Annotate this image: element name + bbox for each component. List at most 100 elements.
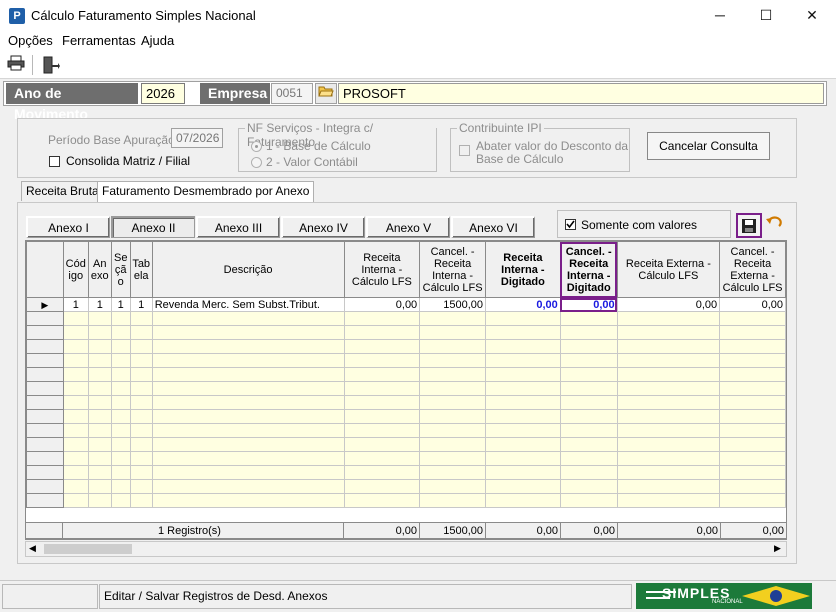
minimize-button[interactable]: ─ <box>697 0 743 31</box>
abater-checkbox[interactable] <box>459 145 470 156</box>
empty-cell[interactable] <box>110 367 131 382</box>
nf-option2-radio[interactable] <box>251 157 262 168</box>
empty-cell[interactable] <box>87 395 112 410</box>
empty-cell[interactable] <box>87 479 112 494</box>
printer-icon[interactable] <box>6 55 26 75</box>
cell-cancel-receita-interna-calc[interactable]: 1500,00 <box>419 297 486 312</box>
empty-cell[interactable] <box>343 479 421 494</box>
empty-cell[interactable] <box>719 353 786 368</box>
empty-cell[interactable] <box>719 451 786 466</box>
empty-row[interactable] <box>26 479 786 494</box>
ano-input[interactable]: 2026 <box>141 83 185 104</box>
empty-cell[interactable] <box>110 479 131 494</box>
empty-cell[interactable] <box>343 451 421 466</box>
close-button[interactable]: ✕ <box>789 0 835 31</box>
empty-cell[interactable] <box>616 409 721 424</box>
empty-row[interactable] <box>26 493 786 508</box>
empty-cell[interactable] <box>87 339 112 354</box>
empty-cell[interactable] <box>343 339 421 354</box>
empty-cell[interactable] <box>62 381 89 396</box>
empty-cell[interactable] <box>719 423 786 438</box>
empty-cell[interactable] <box>343 493 421 508</box>
empty-cell[interactable] <box>485 367 561 382</box>
empty-cell[interactable] <box>419 493 486 508</box>
empty-cell[interactable] <box>129 381 153 396</box>
empty-cell[interactable] <box>719 325 786 340</box>
empty-cell[interactable] <box>559 465 618 480</box>
scroll-right-icon[interactable]: ▶ <box>774 543 781 554</box>
empty-cell[interactable] <box>110 339 131 354</box>
empty-cell[interactable] <box>110 409 131 424</box>
empty-cell[interactable] <box>616 367 721 382</box>
empty-cell[interactable] <box>87 465 112 480</box>
anexo-iv-button[interactable]: Anexo IV <box>281 216 365 238</box>
empty-row[interactable] <box>26 381 786 396</box>
empty-cell[interactable] <box>616 493 721 508</box>
folder-open-icon[interactable] <box>315 83 337 104</box>
empty-cell[interactable] <box>343 381 421 396</box>
empty-cell[interactable] <box>559 479 618 494</box>
empty-cell[interactable] <box>559 353 618 368</box>
empty-cell[interactable] <box>62 395 89 410</box>
empty-cell[interactable] <box>616 465 721 480</box>
empty-cell[interactable] <box>485 339 561 354</box>
cell-anexo[interactable]: 1 <box>87 297 112 312</box>
empty-cell[interactable] <box>62 409 89 424</box>
empty-cell[interactable] <box>87 353 112 368</box>
empty-cell[interactable] <box>616 451 721 466</box>
header-cancel-receita-interna-digitado[interactable]: Cancel. - Receita Interna - Digitado <box>559 241 618 298</box>
empty-cell[interactable] <box>559 367 618 382</box>
empty-cell[interactable] <box>151 311 345 326</box>
maximize-button[interactable]: ☐ <box>743 0 789 31</box>
empty-cell[interactable] <box>151 381 345 396</box>
empty-cell[interactable] <box>559 437 618 452</box>
empresa-code-input[interactable]: 0051 <box>271 83 313 104</box>
empty-cell[interactable] <box>485 395 561 410</box>
empty-cell[interactable] <box>62 339 89 354</box>
empty-cell[interactable] <box>343 423 421 438</box>
empty-row[interactable] <box>26 353 786 368</box>
empty-cell[interactable] <box>110 381 131 396</box>
cell-cancel-receita-interna-digitado[interactable]: 0,00 <box>559 297 618 312</box>
empty-cell[interactable] <box>151 367 345 382</box>
empty-cell[interactable] <box>559 451 618 466</box>
header-secao[interactable]: Se çã o <box>110 241 131 298</box>
empty-row[interactable] <box>26 311 786 326</box>
empty-cell[interactable] <box>110 493 131 508</box>
menu-ferramentas[interactable]: Ferramentas <box>62 33 136 48</box>
menu-ajuda[interactable]: Ajuda <box>141 33 174 48</box>
empty-cell[interactable] <box>62 353 89 368</box>
empty-cell[interactable] <box>419 339 486 354</box>
empty-cell[interactable] <box>616 311 721 326</box>
empty-cell[interactable] <box>485 479 561 494</box>
empty-cell[interactable] <box>419 479 486 494</box>
anexo-vi-button[interactable]: Anexo VI <box>451 216 535 238</box>
empty-cell[interactable] <box>419 451 486 466</box>
empty-cell[interactable] <box>719 493 786 508</box>
empty-cell[interactable] <box>719 395 786 410</box>
cancelar-consulta-button[interactable]: Cancelar Consulta <box>647 132 770 160</box>
empty-cell[interactable] <box>419 353 486 368</box>
empty-cell[interactable] <box>719 311 786 326</box>
empty-row[interactable] <box>26 451 786 466</box>
empty-cell[interactable] <box>419 437 486 452</box>
scroll-left-icon[interactable]: ◀ <box>29 543 36 554</box>
empty-cell[interactable] <box>485 451 561 466</box>
empty-cell[interactable] <box>616 479 721 494</box>
tab-receita-bruta[interactable]: Receita Bruta <box>21 181 104 201</box>
empty-cell[interactable] <box>485 311 561 326</box>
empty-cell[interactable] <box>419 325 486 340</box>
empty-cell[interactable] <box>62 423 89 438</box>
empty-cell[interactable] <box>129 437 153 452</box>
empty-cell[interactable] <box>343 311 421 326</box>
empty-cell[interactable] <box>151 325 345 340</box>
periodo-input[interactable]: 07/2026 <box>171 128 223 148</box>
header-cancel-receita-externa-calc[interactable]: Cancel. - Receita Externa - Cálculo LFS <box>719 241 786 298</box>
empty-cell[interactable] <box>151 339 345 354</box>
empty-cell[interactable] <box>151 423 345 438</box>
empty-cell[interactable] <box>343 437 421 452</box>
empty-cell[interactable] <box>129 451 153 466</box>
cell-receita-externa-calc[interactable]: 0,00 <box>616 297 721 312</box>
empty-cell[interactable] <box>62 367 89 382</box>
empty-cell[interactable] <box>559 381 618 396</box>
